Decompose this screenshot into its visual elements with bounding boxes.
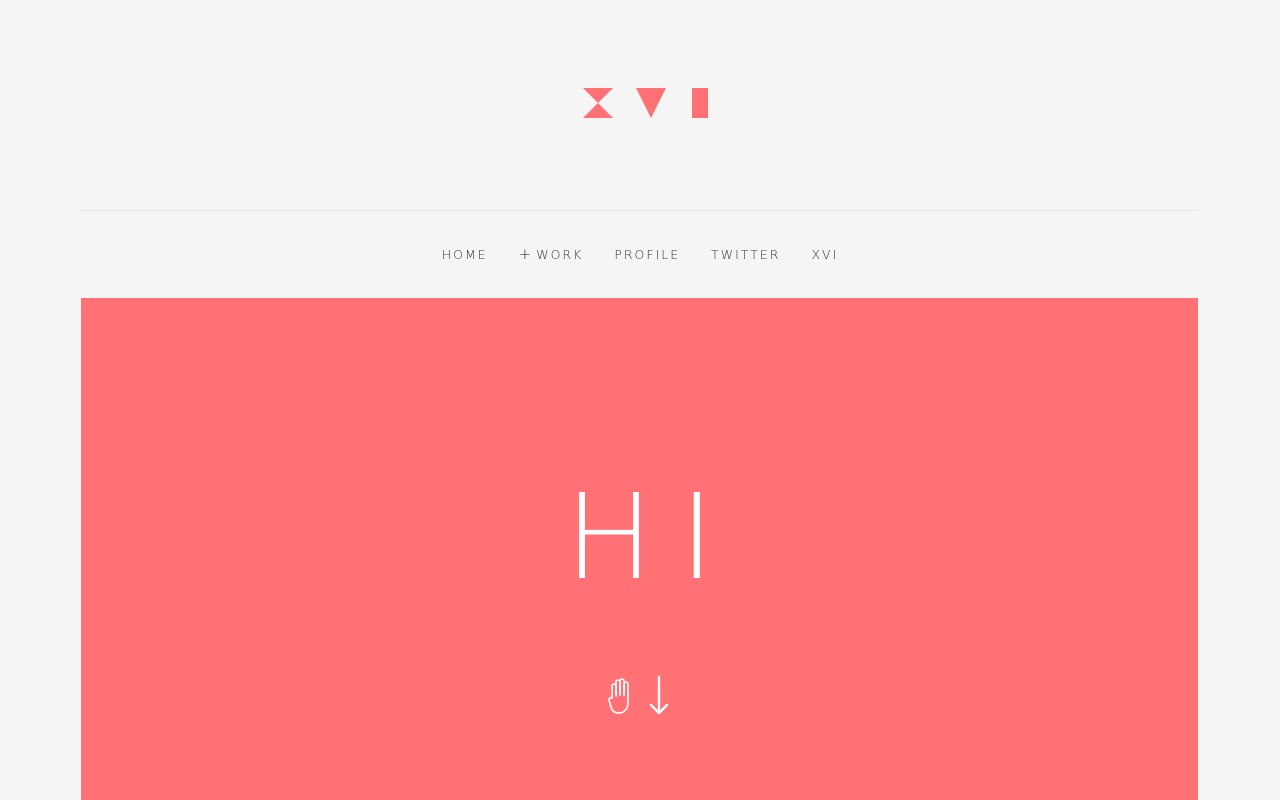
nav-xvi[interactable]: XVI [811,247,838,262]
nav-home-label: HOME [441,246,488,262]
hero-section: HI [81,298,1198,800]
nav-work-label: WORK [536,246,584,262]
arrow-down-icon [649,675,669,715]
page: HOME + WORK PROFILE TWITTER XVI HI [0,0,1280,800]
nav-profile[interactable]: PROFILE [614,247,680,262]
nav-twitter[interactable]: TWITTER [711,247,780,262]
header-divider [81,210,1198,211]
xvi-geometric-logo-icon [583,88,708,118]
nav-profile-label: PROFILE [614,246,681,262]
nav-xvi-label: XVI [811,246,839,262]
hero-title: HI [564,468,741,606]
nav-home[interactable]: HOME [442,247,488,262]
nav-twitter-label: TWITTER [711,246,781,262]
site-logo[interactable] [582,86,710,120]
hand-icon [608,678,629,714]
plus-icon: + [518,244,532,263]
main-nav: HOME + WORK PROFILE TWITTER XVI [0,243,1280,265]
nav-work[interactable]: + WORK [518,244,584,263]
scroll-down-cue[interactable] [606,673,676,719]
